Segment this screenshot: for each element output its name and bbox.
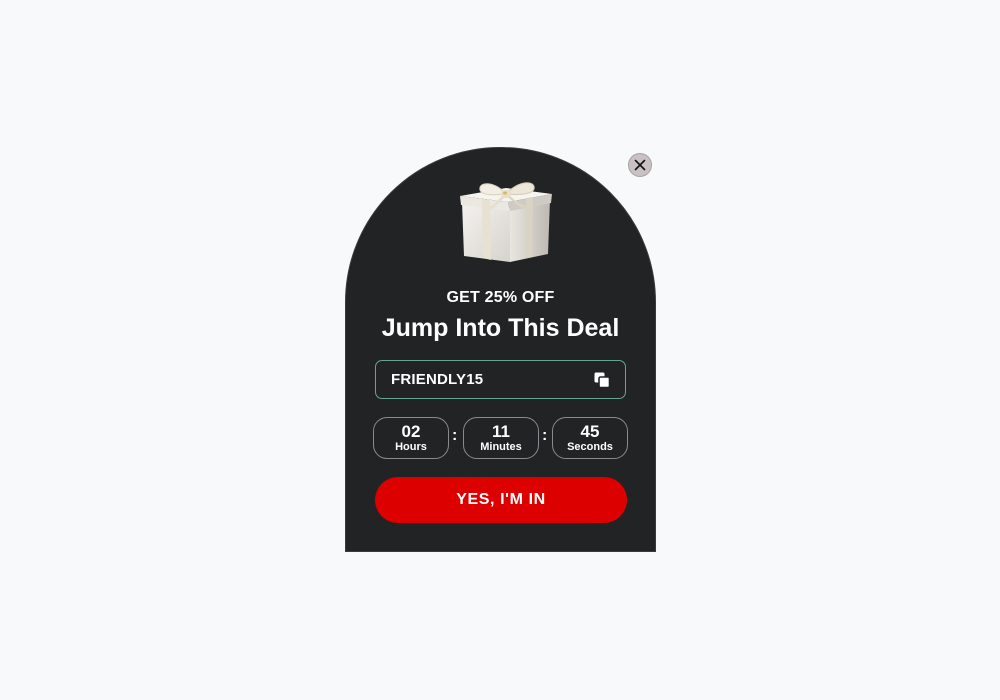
countdown-minutes: 11 Minutes	[463, 417, 539, 459]
countdown-hours-label: Hours	[395, 440, 427, 453]
promo-popup: GET 25% OFF Jump Into This Deal FRIENDLY…	[345, 147, 656, 552]
countdown-seconds-label: Seconds	[567, 440, 613, 453]
popup-headline: Jump Into This Deal	[381, 314, 620, 342]
countdown-separator: :	[542, 427, 548, 444]
copy-icon[interactable]	[593, 371, 611, 389]
countdown-seconds: 45 Seconds	[552, 417, 628, 459]
claim-offer-button[interactable]: YES, I'M IN	[375, 477, 627, 523]
countdown-hours: 02 Hours	[373, 417, 449, 459]
close-icon[interactable]	[634, 159, 646, 171]
close-button[interactable]	[628, 153, 652, 177]
countdown-separator: :	[452, 427, 458, 444]
discount-eyebrow: GET 25% OFF	[446, 289, 555, 306]
countdown-hours-value: 02	[401, 421, 421, 441]
countdown-minutes-value: 11	[492, 421, 510, 441]
coupon-code[interactable]: FRIENDLY15	[391, 371, 483, 388]
countdown-minutes-label: Minutes	[480, 440, 522, 453]
gift-box-icon	[460, 182, 552, 262]
coupon-code-field[interactable]: FRIENDLY15	[375, 360, 626, 399]
countdown-seconds-value: 45	[580, 421, 600, 441]
